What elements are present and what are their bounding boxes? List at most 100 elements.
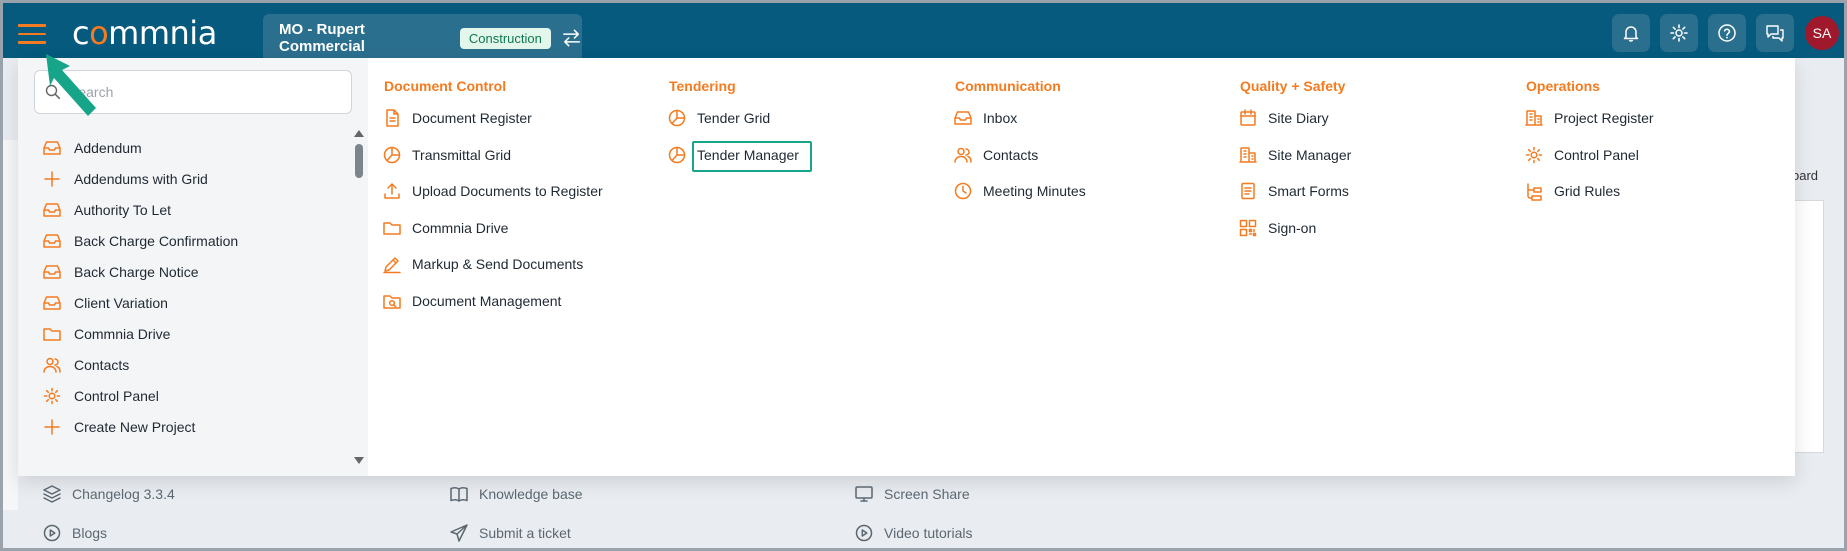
help-button[interactable] [1708, 14, 1746, 52]
module-item-back-charge-notice[interactable]: Back Charge Notice [42, 260, 199, 284]
menu-item-site-diary[interactable]: Site Diary [1238, 105, 1329, 131]
footer-link-label: Changelog 3.3.4 [72, 486, 175, 502]
gear-icon [1525, 146, 1543, 164]
project-stage-badge: Construction [459, 27, 551, 49]
help-icon [1718, 24, 1736, 42]
menu-item-upload-documents-to-register[interactable]: Upload Documents to Register [382, 178, 603, 204]
users-icon [954, 147, 972, 163]
menu-item-meeting-minutes[interactable]: Meeting Minutes [953, 178, 1086, 204]
scrollbar[interactable] [354, 128, 364, 468]
menu-item-document-register[interactable]: Document Register [382, 105, 532, 131]
menu-footer: Changelog 3.3.4 Knowledge base Screen Shar… [18, 476, 1795, 542]
users-icon [43, 357, 61, 373]
footer-link-knowledge-base[interactable]: Knowledge base [449, 484, 583, 504]
module-item-authority-to-let[interactable]: Authority To Let [42, 198, 171, 222]
module-item-label: Client Variation [74, 295, 168, 311]
menu-item-contacts[interactable]: Contacts [953, 142, 1038, 168]
project-selector[interactable]: MO - Rupert Commercial Construction [263, 14, 582, 62]
menu-item-site-manager[interactable]: Site Manager [1238, 142, 1351, 168]
background-page-panel [1790, 200, 1824, 453]
module-item-back-charge-confirmation[interactable]: Back Charge Confirmation [42, 229, 238, 253]
background-page-left [0, 140, 18, 510]
menu-item-sign-on[interactable]: Sign-on [1238, 215, 1316, 241]
menu-item-label: Tender Grid [697, 110, 771, 126]
menu-item-tender-manager[interactable]: Tender Manager [667, 142, 799, 168]
hamburger-menu-icon[interactable] [18, 24, 46, 46]
swap-icon[interactable] [561, 27, 582, 49]
footer-link-screen-share[interactable]: Screen Share [854, 484, 970, 504]
folder-icon [43, 328, 61, 341]
module-item-control-panel[interactable]: Control Panel [42, 384, 159, 408]
navigation-mega-menu: Addendum Addendums with Grid Authority To … [18, 58, 1795, 542]
menu-item-inbox[interactable]: Inbox [953, 105, 1017, 131]
play-icon [855, 524, 873, 542]
menu-item-smart-forms[interactable]: Smart Forms [1238, 178, 1349, 204]
menu-item-tender-grid[interactable]: Tender Grid [667, 105, 770, 131]
menu-item-document-management[interactable]: Document Management [382, 288, 561, 314]
inbox-icon [43, 296, 61, 310]
settings-button[interactable] [1660, 14, 1698, 52]
bell-icon [1623, 26, 1639, 42]
notifications-button[interactable] [1612, 14, 1650, 52]
column-title-operations: Operations [1526, 78, 1600, 94]
folder-search-icon [383, 295, 401, 309]
module-item-label: Back Charge Notice [74, 264, 199, 280]
footer-link-submit-a-ticket[interactable]: Submit a ticket [449, 523, 571, 543]
chat-button[interactable] [1756, 14, 1794, 52]
menu-item-grid-rules[interactable]: Grid Rules [1524, 178, 1620, 204]
module-item-addendum[interactable]: Addendum [42, 136, 142, 160]
form-icon [1241, 182, 1255, 200]
calendar-icon [1240, 109, 1256, 126]
column-title-communication: Communication [955, 78, 1061, 94]
clock-icon [954, 182, 972, 200]
footer-link-blogs[interactable]: Blogs [42, 523, 107, 543]
menu-item-label: Grid Rules [1554, 183, 1621, 199]
scroll-thumb[interactable] [355, 144, 363, 178]
annotation-arrow [46, 54, 96, 116]
menu-item-label: Sign-on [1268, 220, 1317, 236]
module-item-create-new-project[interactable]: Create New Project [42, 415, 195, 439]
inbox-icon [43, 234, 61, 248]
footer-link-video-tutorials[interactable]: Video tutorials [854, 523, 972, 543]
menu-item-markup-send-documents[interactable]: Markup & Send Documents [382, 251, 583, 277]
menu-item-transmittal-grid[interactable]: Transmittal Grid [382, 142, 511, 168]
menu-item-label: Contacts [983, 147, 1039, 163]
gear-icon [43, 387, 61, 405]
column-title-tendering: Tendering [669, 78, 736, 94]
pen-icon [383, 257, 401, 274]
module-item-addendums-with-grid[interactable]: Addendums with Grid [42, 167, 208, 191]
inbox-icon [954, 111, 972, 125]
module-item-contacts[interactable]: Contacts [42, 353, 129, 377]
menu-item-label: Smart Forms [1268, 183, 1349, 199]
plus-icon [44, 171, 60, 187]
menu-item-label: Document Management [412, 293, 562, 309]
column-title-document-control: Document Control [384, 78, 507, 94]
module-item-label: Addendum [74, 140, 142, 156]
flow-icon [1527, 183, 1542, 201]
inbox-icon [43, 141, 61, 155]
footer-link-label: Video tutorials [884, 525, 973, 541]
scroll-down-arrow[interactable] [354, 457, 364, 464]
module-item-label: Back Charge Confirmation [74, 233, 239, 249]
footer-link-label: Screen Share [884, 486, 970, 502]
search-input[interactable] [69, 84, 329, 100]
module-item-commnia-drive[interactable]: Commnia Drive [42, 322, 170, 346]
pie-chart-icon [668, 146, 686, 164]
module-item-client-variation[interactable]: Client Variation [42, 291, 168, 315]
user-avatar[interactable]: SA [1805, 16, 1839, 50]
menu-item-label: Upload Documents to Register [412, 183, 603, 199]
scroll-up-arrow[interactable] [354, 130, 364, 137]
menu-item-label: Inbox [983, 110, 1018, 126]
module-item-label: Addendums with Grid [74, 171, 208, 187]
pie-chart-icon [383, 146, 401, 164]
menu-item-commnia-drive[interactable]: Commnia Drive [382, 215, 508, 241]
qr-icon [1239, 219, 1257, 237]
module-item-label: Create New Project [74, 419, 196, 435]
menu-item-project-register[interactable]: Project Register [1524, 105, 1654, 131]
modules-list: Addendum Addendums with Grid Authority To … [18, 128, 358, 468]
menu-item-control-panel[interactable]: Control Panel [1524, 142, 1639, 168]
menu-item-label: Markup & Send Documents [412, 256, 584, 272]
module-item-label: Authority To Let [74, 202, 172, 218]
footer-link-changelog-3-3-4[interactable]: Changelog 3.3.4 [42, 484, 175, 504]
menu-item-label: Transmittal Grid [412, 147, 512, 163]
